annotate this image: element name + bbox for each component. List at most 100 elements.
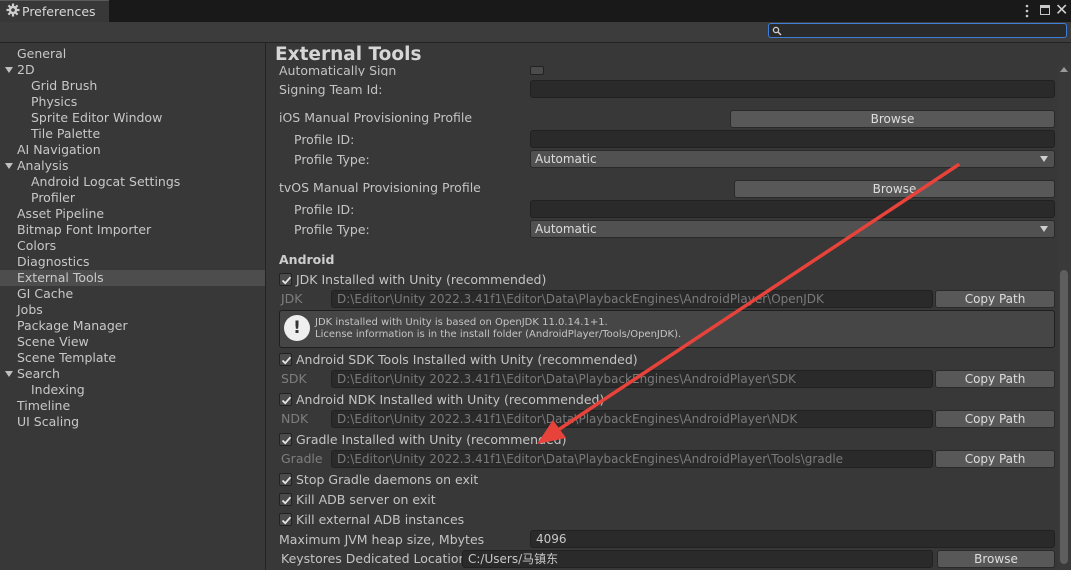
sdk-label: SDK (281, 371, 307, 386)
jvm-heap-input[interactable]: 4096 (530, 530, 1055, 548)
jdk-checkbox-label: JDK Installed with Unity (recommended) (296, 272, 547, 287)
tvos-profile-id-input[interactable] (530, 200, 1055, 218)
scroll-up-icon[interactable] (1060, 67, 1068, 72)
ndk-path-field: D:\Editor\Unity 2022.3.41f1\Editor\Data\… (331, 410, 933, 428)
sidebar-item-analysis[interactable]: Analysis (17, 158, 69, 174)
jdk-path-field: D:\Editor\Unity 2022.3.41f1\Editor\Data\… (331, 290, 933, 308)
search-input[interactable] (768, 23, 1067, 38)
sidebar-item-sprite-editor-window[interactable]: Sprite Editor Window (31, 110, 162, 126)
checkmark-icon (281, 496, 292, 505)
sidebar-item-ui-scaling[interactable]: UI Scaling (17, 414, 79, 430)
tvos-profile-type-value: Automatic (535, 222, 597, 236)
checkmark-icon (281, 476, 292, 485)
gradle-path-field: D:\Editor\Unity 2022.3.41f1\Editor\Data\… (331, 450, 933, 468)
sidebar-item-indexing[interactable]: Indexing (31, 382, 85, 398)
sidebar-item-bitmap-font-importer[interactable]: Bitmap Font Importer (17, 222, 151, 238)
signing-team-label: Signing Team Id: (279, 82, 383, 97)
sidebar-item-search[interactable]: Search (17, 366, 60, 382)
tvos-profile-id-label: Profile ID: (294, 202, 355, 217)
sidebar-item-scene-template[interactable]: Scene Template (17, 350, 116, 366)
checkmark-icon (281, 356, 292, 365)
dropdown-arrow-icon (1040, 226, 1048, 232)
stop-gradle-label: Stop Gradle daemons on exit (296, 472, 479, 487)
tab-bar (0, 0, 1071, 22)
sidebar-item-scene-view[interactable]: Scene View (17, 334, 89, 350)
automatically-sign-checkbox[interactable] (530, 66, 544, 75)
sidebar-item-android-logcat-settings[interactable]: Android Logcat Settings (31, 174, 180, 190)
sidebar-item-grid-brush[interactable]: Grid Brush (31, 78, 97, 94)
sidebar-item-gi-cache[interactable]: GI Cache (17, 286, 73, 302)
kill-adb-checkbox[interactable] (279, 493, 292, 506)
ios-profile-heading: iOS Manual Provisioning Profile (279, 110, 473, 125)
ios-profile-type-value: Automatic (535, 152, 597, 166)
jdk-label: JDK (281, 291, 303, 306)
tvos-browse-button[interactable]: Browse (734, 180, 1055, 198)
kebab-menu-icon[interactable] (1022, 4, 1032, 18)
stop-gradle-checkbox[interactable] (279, 473, 292, 486)
page-title: External Tools (275, 44, 422, 65)
kill-adb-label: Kill ADB server on exit (296, 492, 436, 507)
expand-triangle-icon[interactable] (5, 163, 13, 169)
keystores-input[interactable]: C:/Users/马镇东 (462, 550, 933, 568)
ndk-checkbox-label: Android NDK Installed with Unity (recomm… (296, 392, 605, 407)
sidebar-item-asset-pipeline[interactable]: Asset Pipeline (17, 206, 104, 222)
gradle-label: Gradle (281, 451, 323, 466)
sdk-checkbox-label: Android SDK Tools Installed with Unity (… (296, 352, 638, 367)
automatically-sign-label: Automatically Sign (279, 64, 397, 76)
gradle-copy-path-button[interactable]: Copy Path (935, 450, 1055, 468)
maximize-icon[interactable] (1040, 5, 1050, 15)
ios-profile-id-input[interactable] (530, 130, 1055, 148)
sidebar-item-general[interactable]: General (17, 46, 66, 62)
sidebar-item-diagnostics[interactable]: Diagnostics (17, 254, 90, 270)
kill-external-adb-checkbox[interactable] (279, 513, 292, 526)
checkmark-icon (281, 396, 292, 405)
ndk-checkbox[interactable] (279, 393, 292, 406)
kill-external-adb-label: Kill external ADB instances (296, 512, 465, 527)
tvos-profile-type-label: Profile Type: (294, 222, 370, 237)
ios-browse-button[interactable]: Browse (730, 110, 1055, 128)
dropdown-arrow-icon (1040, 156, 1048, 162)
gradle-checkbox[interactable] (279, 433, 292, 446)
signing-team-input[interactable] (530, 80, 1055, 98)
sidebar-item-ai-navigation[interactable]: AI Navigation (17, 142, 101, 158)
jdk-info-line-2: License information is in the install fo… (315, 329, 682, 340)
scrollbar-thumb[interactable] (1060, 270, 1068, 564)
jdk-copy-path-button[interactable]: Copy Path (935, 290, 1055, 308)
tvos-profile-type-dropdown[interactable]: Automatic (530, 220, 1055, 238)
ndk-copy-path-button[interactable]: Copy Path (935, 410, 1055, 428)
ios-profile-type-dropdown[interactable]: Automatic (530, 150, 1055, 168)
jdk-info-line-1: JDK installed with Unity is based on Ope… (315, 317, 608, 328)
android-heading: Android (279, 252, 335, 267)
close-icon[interactable]: ✕ (1055, 1, 1068, 19)
keystores-browse-button[interactable]: Browse (937, 550, 1055, 568)
sdk-checkbox[interactable] (279, 353, 292, 366)
sidebar-item-colors[interactable]: Colors (17, 238, 56, 254)
expand-triangle-icon[interactable] (5, 371, 13, 377)
sidebar-item-package-manager[interactable]: Package Manager (17, 318, 128, 334)
keystores-label: Keystores Dedicated Location (281, 551, 467, 566)
sidebar-item-external-tools[interactable]: External Tools (0, 270, 265, 286)
tvos-profile-heading: tvOS Manual Provisioning Profile (279, 180, 481, 195)
tab-title: Preferences (22, 4, 96, 19)
sdk-copy-path-button[interactable]: Copy Path (935, 370, 1055, 388)
ndk-label: NDK (281, 411, 309, 426)
sidebar-item-physics[interactable]: Physics (31, 94, 77, 110)
jdk-checkbox[interactable] (279, 273, 292, 286)
sidebar-item-profiler[interactable]: Profiler (31, 190, 75, 206)
ios-profile-id-label: Profile ID: (294, 132, 355, 147)
gradle-checkbox-label: Gradle Installed with Unity (recommended… (296, 432, 567, 447)
warning-icon: ! (284, 315, 310, 341)
jvm-heap-label: Maximum JVM heap size, Mbytes (279, 532, 485, 547)
sidebar-item-jobs[interactable]: Jobs (17, 302, 43, 318)
sidebar-item-tile-palette[interactable]: Tile Palette (31, 126, 100, 142)
sdk-path-field: D:\Editor\Unity 2022.3.41f1\Editor\Data\… (331, 370, 933, 388)
search-icon (772, 26, 782, 36)
sidebar-item-2d[interactable]: 2D (17, 62, 35, 78)
checkmark-icon (281, 516, 292, 525)
ios-profile-type-label: Profile Type: (294, 152, 370, 167)
sidebar-item-timeline[interactable]: Timeline (17, 398, 70, 414)
checkmark-icon (281, 436, 292, 445)
checkmark-icon (281, 276, 292, 285)
gear-icon (6, 3, 20, 17)
expand-triangle-icon[interactable] (5, 67, 13, 73)
